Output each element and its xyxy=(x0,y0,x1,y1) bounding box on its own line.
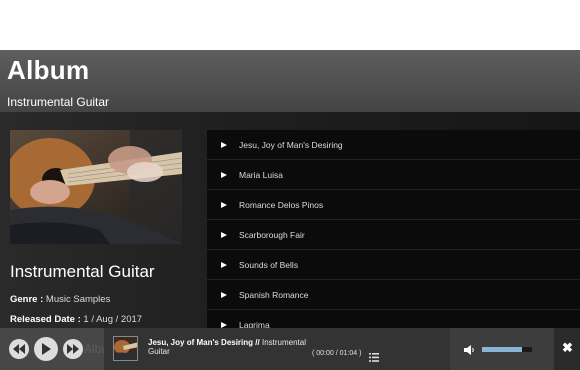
player-controls: Albu xyxy=(0,328,108,370)
now-playing-artist-line2: Guitar xyxy=(148,347,170,356)
volume-icon xyxy=(464,345,474,355)
released-value: 1 / Aug / 2017 xyxy=(83,314,143,325)
volume-level xyxy=(482,347,522,352)
album-cover-image xyxy=(10,130,182,244)
now-playing-title: Jesu, Joy of Man's Desiring xyxy=(148,338,254,347)
genre-value: Music Samples xyxy=(45,294,111,305)
track-item[interactable]: Sounds of Bells xyxy=(207,250,580,280)
previous-button[interactable] xyxy=(9,339,29,359)
track-title: Romance Delos Pinos xyxy=(239,199,324,210)
volume-button[interactable] xyxy=(464,343,476,355)
play-icon xyxy=(42,343,51,355)
next-icon xyxy=(67,344,79,354)
track-play-icon xyxy=(221,231,227,238)
album-name: Instrumental Guitar xyxy=(10,262,155,281)
now-playing-artist: Instrumental xyxy=(261,338,306,347)
track-title: Scarborough Fair xyxy=(239,229,305,240)
released-label: Released Date : xyxy=(10,314,81,325)
track-title: Spanish Romance xyxy=(239,289,309,300)
now-playing-thumbnail xyxy=(113,336,138,361)
next-button[interactable] xyxy=(63,339,83,359)
page-title: Album xyxy=(7,55,90,85)
album-release-date: Released Date : 1 / Aug / 2017 xyxy=(10,314,142,325)
playlist-button[interactable] xyxy=(369,349,379,362)
track-play-icon xyxy=(221,141,227,148)
audio-player-bar: Albu Jesu, Joy of Man's Desiring // Inst… xyxy=(0,328,580,370)
track-play-icon xyxy=(221,171,227,178)
track-title: Jesu, Joy of Man's Desiring xyxy=(239,139,343,150)
track-item[interactable]: Scarborough Fair xyxy=(207,220,580,250)
now-playing: Jesu, Joy of Man's Desiring // Instrumen… xyxy=(104,328,450,370)
now-playing-title-line: Jesu, Joy of Man's Desiring // Instrumen… xyxy=(148,338,306,347)
track-play-icon xyxy=(221,291,227,298)
previous-icon xyxy=(13,344,25,354)
track-item[interactable]: Romance Delos Pinos xyxy=(207,190,580,220)
track-title: Maria Luisa xyxy=(239,169,283,180)
album-genre: Genre : Music Samples xyxy=(10,294,110,305)
page-root: Album Instrumental Guitar Instrumental G… xyxy=(0,0,580,370)
close-player-button[interactable]: ✖ xyxy=(554,328,580,370)
title-separator: // xyxy=(255,338,260,347)
page-subtitle: Instrumental Guitar xyxy=(7,95,110,109)
play-button[interactable] xyxy=(34,337,58,361)
album-header: Album Instrumental Guitar xyxy=(0,50,580,112)
track-play-icon xyxy=(221,261,227,268)
volume-slider[interactable] xyxy=(482,347,532,352)
track-item[interactable]: Maria Luisa xyxy=(207,160,580,190)
playlist-icon xyxy=(369,353,379,362)
track-item[interactable]: Spanish Romance xyxy=(207,280,580,310)
close-icon: ✖ xyxy=(562,340,573,355)
track-play-icon xyxy=(221,321,227,328)
volume-control xyxy=(450,328,554,370)
time-display: ( 00:00 / 01:04 ) xyxy=(312,350,362,357)
genre-label: Genre : xyxy=(10,294,44,305)
track-title: Sounds of Bells xyxy=(239,259,299,270)
track-play-icon xyxy=(221,201,227,208)
track-item[interactable]: Jesu, Joy of Man's Desiring xyxy=(207,130,580,160)
